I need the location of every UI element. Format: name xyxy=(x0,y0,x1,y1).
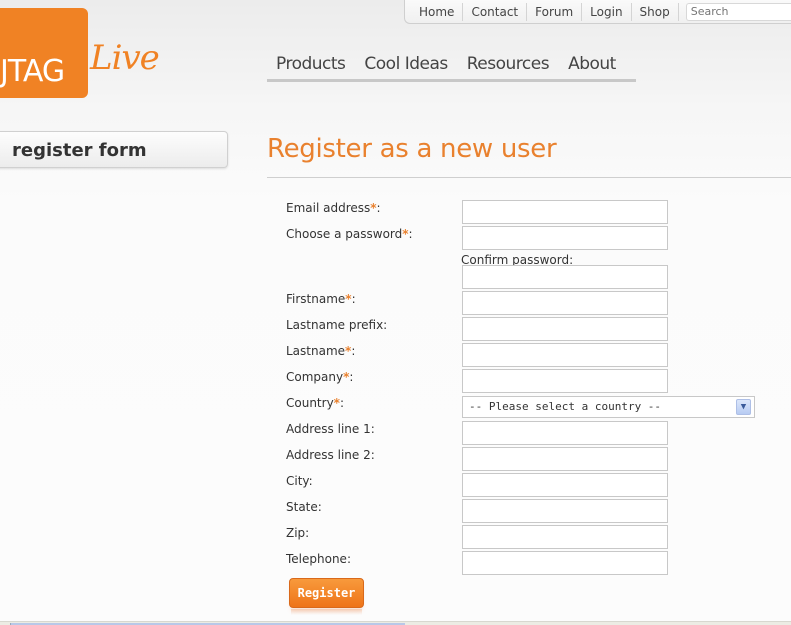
title-divider xyxy=(267,177,791,178)
label-state: State: xyxy=(286,500,322,514)
nav-link-login[interactable]: Login xyxy=(582,2,632,21)
logo-mark[interactable]: JTAG xyxy=(0,8,88,98)
label-lastname-prefix: Lastname prefix: xyxy=(286,318,388,332)
country-select[interactable]: -- Please select a country -- ▼ xyxy=(462,396,755,418)
firstname-input[interactable] xyxy=(462,291,668,315)
main-nav-cool-ideas[interactable]: Cool Ideas xyxy=(364,54,448,79)
label-city: City: xyxy=(286,474,313,488)
main-nav-about[interactable]: About xyxy=(568,54,616,79)
label-company: Company*: xyxy=(286,370,354,384)
lastname-input[interactable] xyxy=(462,343,668,367)
search-input[interactable] xyxy=(685,2,791,21)
sidebar-title: register form xyxy=(0,131,228,168)
label-telephone: Telephone: xyxy=(286,552,351,566)
address-line-1-input[interactable] xyxy=(462,421,668,445)
nav-link-home[interactable]: Home xyxy=(412,2,464,21)
logo-text-live[interactable]: Live xyxy=(90,38,160,78)
logo-text-jtag: JTAG xyxy=(0,54,65,89)
required-marker: * xyxy=(370,201,377,215)
email-input[interactable] xyxy=(462,200,668,224)
required-marker: * xyxy=(343,370,350,384)
telephone-input[interactable] xyxy=(462,551,668,575)
city-input[interactable] xyxy=(462,473,668,497)
password-input[interactable] xyxy=(462,226,668,250)
nav-link-contact[interactable]: Contact xyxy=(463,2,528,21)
utility-nav: Home Contact Forum Login Shop xyxy=(404,0,791,24)
chevron-down-icon[interactable]: ▼ xyxy=(736,399,751,415)
lastname-prefix-input[interactable] xyxy=(462,317,668,341)
button-reflection xyxy=(291,609,362,615)
required-marker: * xyxy=(333,396,340,410)
label-firstname: Firstname*: xyxy=(286,292,356,306)
label-address-2: Address line 2: xyxy=(286,448,375,462)
label-email: Email address*: xyxy=(286,201,381,215)
country-selected-value: -- Please select a country -- xyxy=(469,400,662,413)
state-input[interactable] xyxy=(462,499,668,523)
browser-status-bar xyxy=(0,621,791,625)
required-marker: * xyxy=(345,292,352,306)
zip-input[interactable] xyxy=(462,525,668,549)
label-password: Choose a password*: xyxy=(286,227,413,241)
label-address-1: Address line 1: xyxy=(286,422,375,436)
label-country: Country*: xyxy=(286,396,344,410)
required-marker: * xyxy=(345,344,352,358)
confirm-password-input[interactable] xyxy=(462,265,668,289)
address-line-2-input[interactable] xyxy=(462,447,668,471)
page-title: Register as a new user xyxy=(267,134,557,164)
main-nav-products[interactable]: Products xyxy=(276,54,346,79)
nav-link-shop[interactable]: Shop xyxy=(632,2,679,21)
main-nav: Products Cool Ideas Resources About xyxy=(267,54,636,82)
register-button[interactable]: Register xyxy=(289,578,364,608)
label-zip: Zip: xyxy=(286,526,310,540)
required-marker: * xyxy=(402,227,409,241)
label-lastname: Lastname*: xyxy=(286,344,356,358)
company-input[interactable] xyxy=(462,369,668,393)
main-nav-resources[interactable]: Resources xyxy=(467,54,550,79)
nav-link-forum[interactable]: Forum xyxy=(527,2,583,21)
